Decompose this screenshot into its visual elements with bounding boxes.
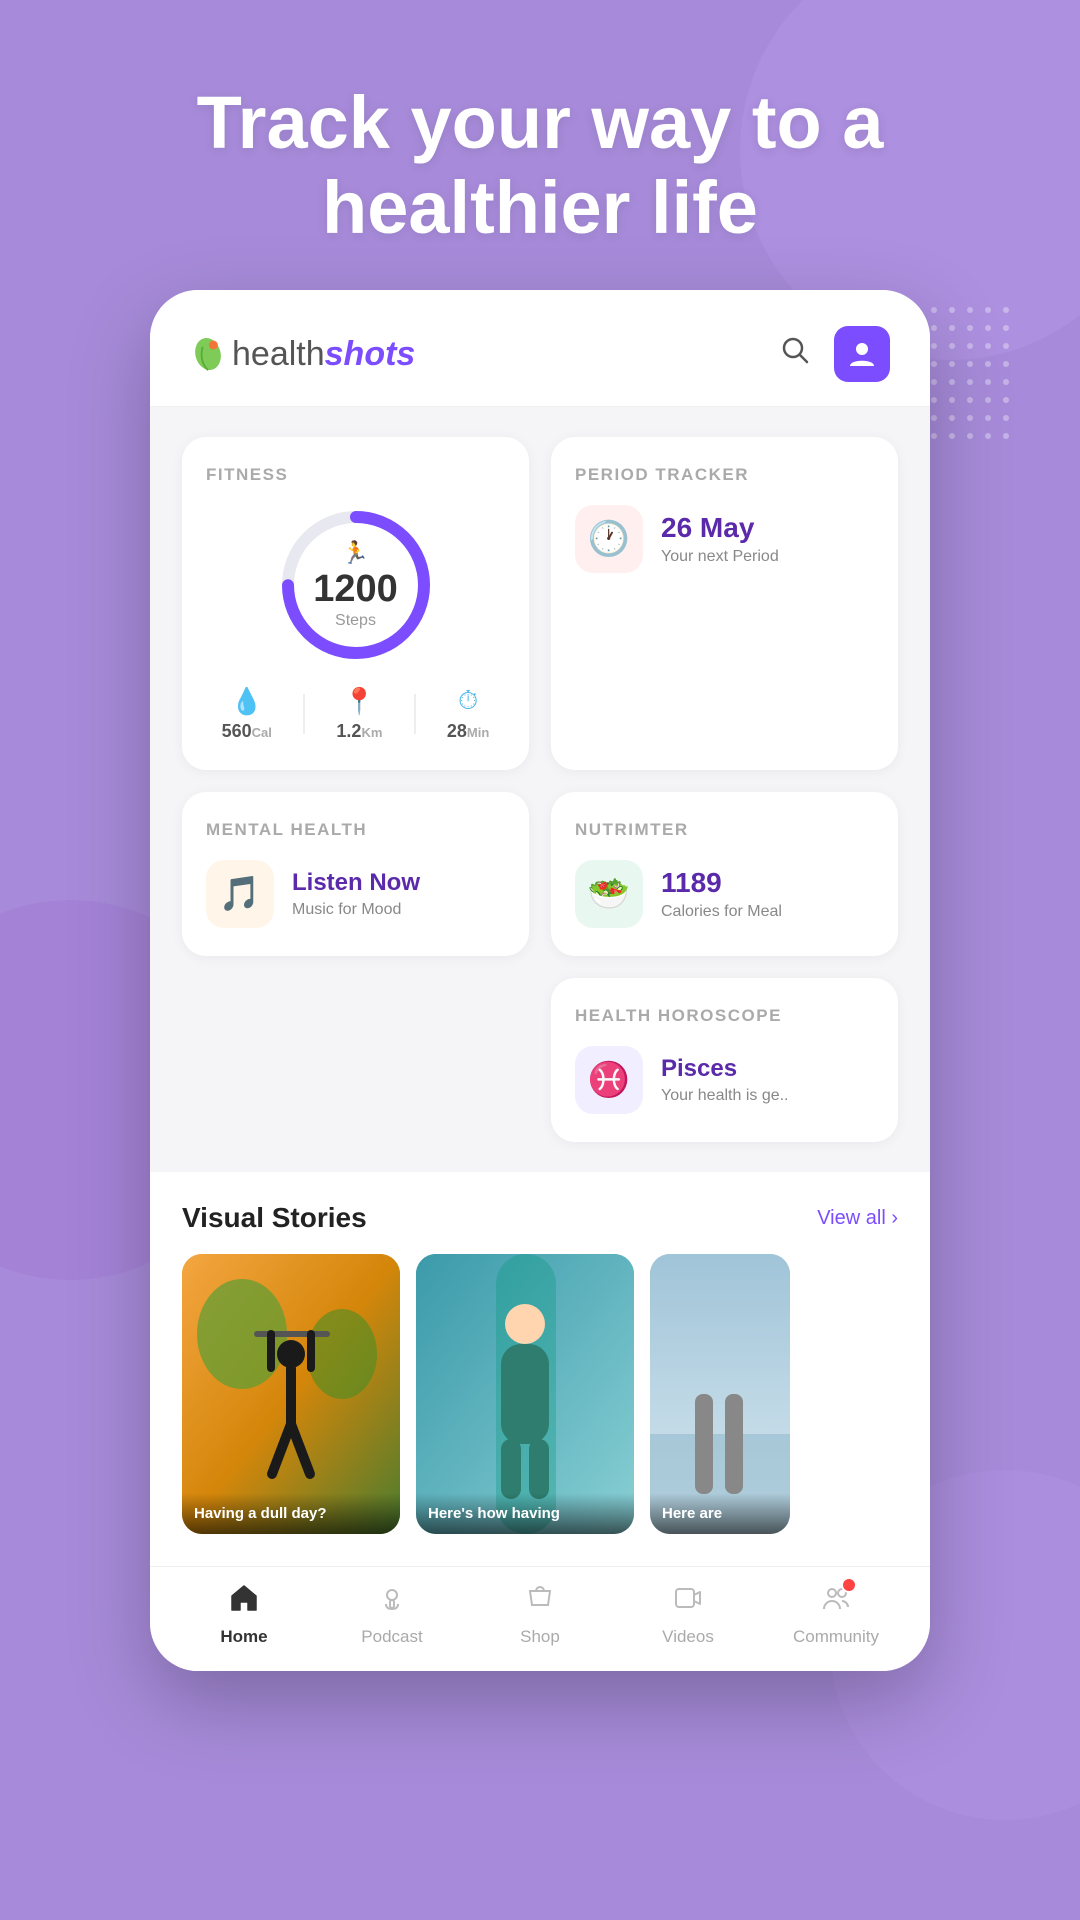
podcast-icon [377,1583,407,1621]
nutri-icon-box: 🥗 [575,860,643,928]
steps-circle-inner: 🏃 1200 Steps [313,540,398,630]
nav-shop[interactable]: Shop [490,1583,590,1647]
stories-header: Visual Stories View all › [150,1202,930,1254]
videos-icon [673,1583,703,1621]
nutri-calories: 1189 [661,867,782,899]
pisces-icon: ♓ [588,1060,630,1100]
mental-info: Listen Now Music for Mood [292,869,420,919]
horoscope-icon-box: ♓ [575,1046,643,1114]
nav-videos[interactable]: Videos [638,1583,738,1647]
nutrimter-label: NUTRIMTER [575,820,874,840]
period-label: PERIOD TRACKER [575,465,874,485]
phone-mockup: healthshots FITNESS [150,290,930,1671]
community-badge-wrapper [821,1583,851,1621]
story-card-1[interactable]: Having a dull day? [182,1254,400,1534]
story-caption-3: Here are [650,1493,790,1534]
nutrimter-card: NUTRIMTER 🥗 1189 Calories for Meal [551,792,898,956]
mental-icon-box: 🎵 [206,860,274,928]
stories-scroll: Having a dull day? [150,1254,930,1566]
app-header: healthshots [150,290,930,407]
km-icon: 📍 [336,686,382,717]
period-info: 26 May Your next Period [661,512,779,566]
horoscope-desc: Your health is ge.. [661,1087,789,1105]
nutrimter-item: 🥗 1189 Calories for Meal [575,860,874,928]
nav-home[interactable]: Home [194,1583,294,1647]
mental-health-card: MENTAL HEALTH 🎵 Listen Now Music for Moo… [182,792,529,956]
steps-count: 1200 [313,570,398,608]
horoscope-label: HEALTH HOROSCOPE [575,1006,874,1026]
min-stat: ⏱ 28Min [447,685,489,742]
mental-item: 🎵 Listen Now Music for Mood [206,860,505,928]
period-tracker-card: PERIOD TRACKER 🕐 26 May Your next Period [551,437,898,770]
main-title: Track your way to a healthier life [0,0,1080,290]
steps-circle: 🏃 1200 Steps [276,505,436,665]
steps-label: Steps [313,612,398,630]
view-all-button[interactable]: View all › [817,1207,898,1230]
profile-icon[interactable] [834,326,890,382]
nav-shop-label: Shop [520,1627,560,1647]
logo-area: healthshots [190,335,415,374]
header-icons [780,326,890,382]
home-icon [229,1583,259,1621]
story-caption-1: Having a dull day? [182,1493,400,1534]
story-image-3 [650,1254,790,1534]
nav-videos-label: Videos [662,1627,714,1647]
health-horoscope-card: HEALTH HOROSCOPE ♓ Pisces Your health is… [551,978,898,1142]
fitness-label: FITNESS [206,465,505,485]
story-image-2 [416,1254,634,1534]
cards-grid: FITNESS 🏃 1200 Steps [182,437,898,1142]
period-icon-box: 🕐 [575,505,643,573]
min-icon: ⏱ [447,685,489,717]
listen-desc: Music for Mood [292,901,420,919]
cal-icon: 💧 [222,686,272,717]
stat-divider-2 [414,694,416,734]
clock-icon: 🕐 [588,519,630,559]
bottom-nav: Home Podcast Shop [150,1566,930,1671]
music-icon: 🎵 [219,874,261,914]
community-badge [841,1577,857,1593]
dashboard-content: FITNESS 🏃 1200 Steps [150,407,930,1172]
listen-title: Listen Now [292,869,420,897]
food-icon: 🥗 [588,874,630,914]
fitness-card: FITNESS 🏃 1200 Steps [182,437,529,770]
story-caption-2: Here's how having [416,1493,634,1534]
nav-home-label: Home [220,1627,267,1647]
horoscope-title: Pisces [661,1055,789,1083]
period-desc: Your next Period [661,548,779,566]
km-stat: 📍 1.2Km [336,686,382,742]
nutri-info: 1189 Calories for Meal [661,867,782,921]
nav-community-label: Community [793,1627,879,1647]
logo-text: healthshots [232,335,415,374]
mental-label: MENTAL HEALTH [206,820,505,840]
stat-divider-1 [303,694,305,734]
runner-icon: 🏃 [313,540,398,566]
steps-circle-container: 🏃 1200 Steps [206,505,505,665]
story-card-3[interactable]: Here are [650,1254,790,1534]
nav-podcast-label: Podcast [361,1627,422,1647]
nav-podcast[interactable]: Podcast [342,1583,442,1647]
horoscope-info: Pisces Your health is ge.. [661,1055,789,1105]
story-image-1 [182,1254,400,1534]
stories-section: Visual Stories View all › [150,1172,930,1566]
chevron-right-icon: › [891,1207,898,1229]
stories-title: Visual Stories [182,1202,367,1234]
period-date: 26 May [661,512,779,544]
logo-leaf-icon [190,336,226,372]
km-value: 1.2Km [336,721,382,742]
shop-icon [525,1583,555,1621]
horoscope-item: ♓ Pisces Your health is ge.. [575,1046,874,1114]
min-value: 28Min [447,721,489,742]
period-tracker-item: 🕐 26 May Your next Period [575,505,874,573]
nutri-desc: Calories for Meal [661,903,782,921]
cal-stat: 💧 560Cal [222,686,272,742]
search-icon[interactable] [780,335,810,373]
fitness-stats: 💧 560Cal 📍 1.2Km ⏱ [206,685,505,742]
nav-community[interactable]: Community [786,1583,886,1647]
story-card-2[interactable]: Here's how having [416,1254,634,1534]
cal-value: 560Cal [222,721,272,742]
